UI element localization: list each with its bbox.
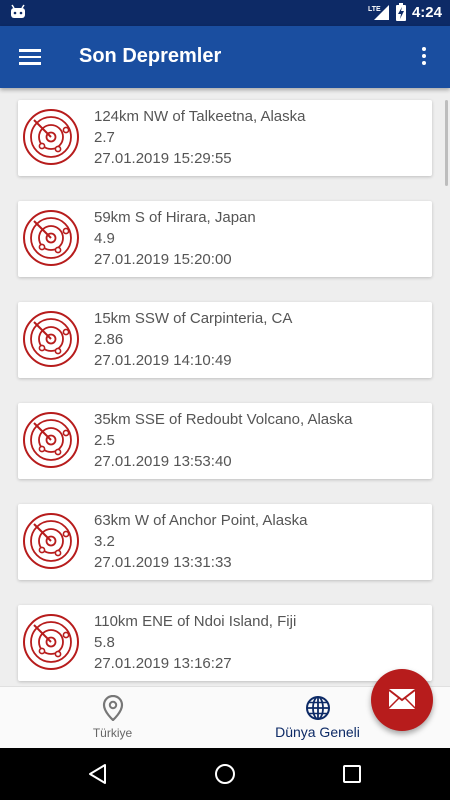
location-pin-icon xyxy=(102,695,123,721)
svg-text:LTE: LTE xyxy=(368,6,381,13)
radar-icon xyxy=(23,614,79,670)
earthquake-location: 63km W of Anchor Point, Alaska xyxy=(94,512,308,529)
lte-signal-icon: LTE xyxy=(368,5,389,20)
radar-icon xyxy=(23,513,79,569)
radar-icon xyxy=(23,412,79,468)
earthquake-magnitude: 2.86 xyxy=(94,331,124,348)
nav-label-turkiye: Türkiye xyxy=(92,726,133,740)
earthquake-location: 15km SSW of Carpinteria, CA xyxy=(94,310,293,327)
more-options-icon[interactable] xyxy=(412,44,436,72)
earthquake-card[interactable]: 15km SSW of Carpinteria, CA 2.86 27.01.201… xyxy=(18,302,432,378)
earthquake-datetime: 27.01.2019 13:16:27 xyxy=(94,655,232,672)
menu-icon[interactable] xyxy=(16,45,44,69)
earthquake-card[interactable]: 63km W of Anchor Point, Alaska 3.2 27.01.2… xyxy=(18,504,432,580)
android-icon xyxy=(11,4,25,18)
earthquake-location: 35km SSE of Redoubt Volcano, Alaska xyxy=(94,411,353,428)
earthquake-card[interactable]: 110km ENE of Ndoi Island, Fiji 5.8 27.01.2… xyxy=(18,605,432,681)
earthquake-location: 110km ENE of Ndoi Island, Fiji xyxy=(94,613,297,630)
radar-icon xyxy=(23,311,79,367)
status-bar: LTE 4:24 xyxy=(0,0,450,26)
battery-charging-icon xyxy=(395,3,406,21)
mail-fab-button[interactable] xyxy=(371,669,433,731)
earthquake-card[interactable]: 59km S of Hirara, Japan 4.9 27.01.2019 15:… xyxy=(18,201,432,277)
earthquake-card[interactable]: 35km SSE of Redoubt Volcano, Alaska 2.5 27… xyxy=(18,403,432,479)
scrollbar[interactable] xyxy=(445,100,448,186)
radar-icon xyxy=(23,109,79,165)
radar-icon xyxy=(23,210,79,266)
clock: 4:24 xyxy=(411,3,442,21)
envelope-icon xyxy=(388,689,416,709)
earthquake-list[interactable]: 124km NW of Talkeetna, Alaska 2.7 27.01.20… xyxy=(0,88,450,686)
system-navigation-bar xyxy=(0,748,450,800)
earthquake-card[interactable]: 124km NW of Talkeetna, Alaska 2.7 27.01.20… xyxy=(18,100,432,176)
earthquake-location: 124km NW of Talkeetna, Alaska xyxy=(94,108,306,125)
earthquake-datetime: 27.01.2019 14:10:49 xyxy=(94,352,232,369)
earthquake-magnitude: 3.2 xyxy=(94,533,115,550)
earthquake-datetime: 27.01.2019 13:31:33 xyxy=(94,554,232,571)
back-icon[interactable] xyxy=(86,762,110,786)
recents-icon[interactable] xyxy=(340,762,364,786)
earthquake-magnitude: 2.7 xyxy=(94,129,115,146)
earthquake-datetime: 27.01.2019 15:29:55 xyxy=(94,150,232,167)
earthquake-location: 59km S of Hirara, Japan xyxy=(94,209,256,226)
earthquake-magnitude: 4.9 xyxy=(94,230,115,247)
earthquake-datetime: 27.01.2019 13:53:40 xyxy=(94,453,232,470)
globe-icon xyxy=(305,696,330,720)
earthquake-magnitude: 2.5 xyxy=(94,432,115,449)
page-title: Son Depremler xyxy=(79,45,222,67)
app-bar: Son Depremler xyxy=(0,26,450,88)
earthquake-datetime: 27.01.2019 15:20:00 xyxy=(94,251,232,268)
home-icon[interactable] xyxy=(213,762,237,786)
nav-item-turkiye[interactable]: Türkiye xyxy=(0,687,225,749)
earthquake-magnitude: 5.8 xyxy=(94,634,115,651)
